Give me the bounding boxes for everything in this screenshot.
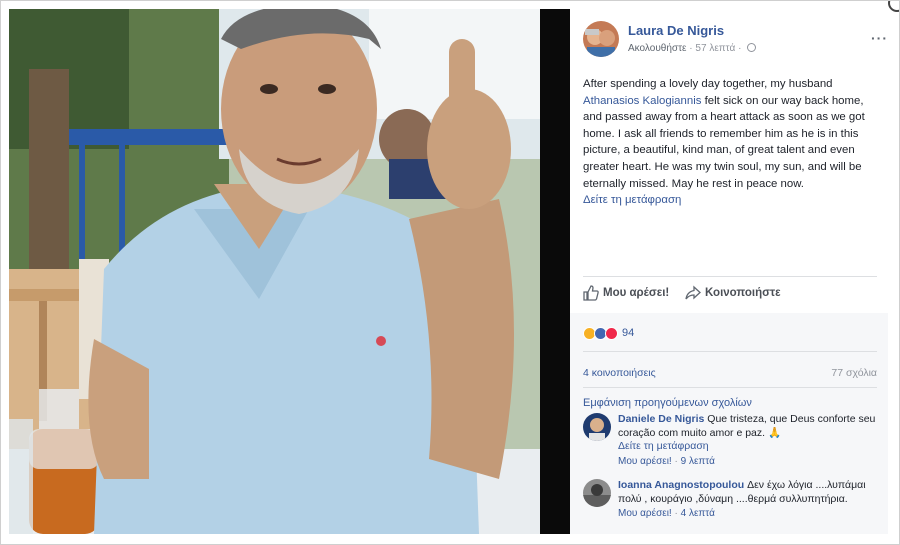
share-arrow-icon bbox=[685, 285, 701, 300]
commenter-avatar[interactable] bbox=[583, 413, 611, 441]
post-photo-image bbox=[9, 9, 540, 534]
reaction-count: 94 bbox=[622, 327, 635, 339]
more-options-icon[interactable]: ··· bbox=[871, 31, 888, 45]
post-meta: Ακολουθήστε · 57 λεπτά · bbox=[628, 43, 757, 54]
post-mention[interactable]: Athanasios Kalogiannis bbox=[583, 95, 701, 107]
post-header: Laura De Nigris Ακολουθήστε · 57 λεπτά ·… bbox=[583, 19, 887, 59]
like-button[interactable]: Μου αρέσει! bbox=[583, 285, 669, 301]
share-button-label: Κοινοποιήστε bbox=[705, 287, 781, 299]
post-text-before: After spending a lovely day together, my… bbox=[583, 78, 833, 90]
share-button[interactable]: Κοινοποιήστε bbox=[685, 285, 781, 301]
commenter-avatar[interactable] bbox=[583, 479, 611, 507]
thumbs-up-icon bbox=[583, 285, 599, 301]
see-translation-link[interactable]: Δείτε τη μετάφραση bbox=[583, 192, 879, 209]
like-button-label: Μου αρέσει! bbox=[603, 287, 670, 299]
post-sidebar: Laura De Nigris Ακολουθήστε · 57 λεπτά ·… bbox=[570, 9, 888, 534]
comments-panel: 94 4 κοινοποιήσεις 77 σχόλια Εμφάνιση πρ… bbox=[570, 313, 888, 534]
meta-dot: · bbox=[674, 455, 678, 467]
commenter-name[interactable]: Daniele De Nigris bbox=[618, 413, 704, 425]
commenter-name[interactable]: Ioanna Anagnostopoulou bbox=[618, 479, 744, 491]
post-time[interactable]: 57 λεπτά bbox=[695, 43, 735, 54]
close-viewer-icon[interactable] bbox=[888, 0, 900, 12]
comment-body: Daniele De Nigris Que tristeza, que Deus… bbox=[618, 413, 880, 468]
comment-time[interactable]: 9 λεπτά bbox=[681, 456, 715, 467]
post-text-after: felt sick on our way back home, and pass… bbox=[583, 94, 865, 190]
comment-footer: Μου αρέσει! · 9 λεπτά bbox=[618, 455, 880, 469]
divider bbox=[583, 351, 877, 352]
view-previous-comments-link[interactable]: Εμφάνιση προηγούμενων σχολίων bbox=[583, 397, 752, 409]
meta-dot: · bbox=[738, 43, 742, 54]
photo-viewer-divider bbox=[540, 9, 570, 534]
comment-count[interactable]: 77 σχόλια bbox=[831, 367, 877, 379]
comment-body: Ioanna Anagnostopoulou Δεν έχω λόγια ...… bbox=[618, 479, 880, 521]
comment-time[interactable]: 4 λεπτά bbox=[681, 508, 715, 519]
comment-translate-link[interactable]: Δείτε τη μετάφραση bbox=[618, 440, 880, 454]
love-reaction-icon bbox=[605, 326, 618, 340]
author-name[interactable]: Laura De Nigris bbox=[628, 23, 724, 38]
follow-link[interactable]: Ακολουθήστε bbox=[628, 43, 687, 54]
author-avatar[interactable] bbox=[583, 21, 619, 57]
divider bbox=[583, 387, 877, 388]
meta-dot: · bbox=[689, 43, 693, 54]
comment-footer: Μου αρέσει! · 4 λεπτά bbox=[618, 507, 880, 521]
meta-dot: · bbox=[674, 508, 678, 519]
share-count[interactable]: 4 κοινοποιήσεις bbox=[583, 367, 656, 379]
reactions-summary[interactable]: 94 bbox=[583, 325, 634, 341]
divider bbox=[583, 276, 877, 277]
comment-like-link[interactable]: Μου αρέσει! bbox=[618, 508, 672, 519]
post-text: After spending a lovely day together, my… bbox=[583, 76, 879, 209]
comment-like-link[interactable]: Μου αρέσει! bbox=[618, 456, 672, 467]
post-photo[interactable] bbox=[9, 9, 540, 534]
globe-icon bbox=[747, 43, 757, 52]
